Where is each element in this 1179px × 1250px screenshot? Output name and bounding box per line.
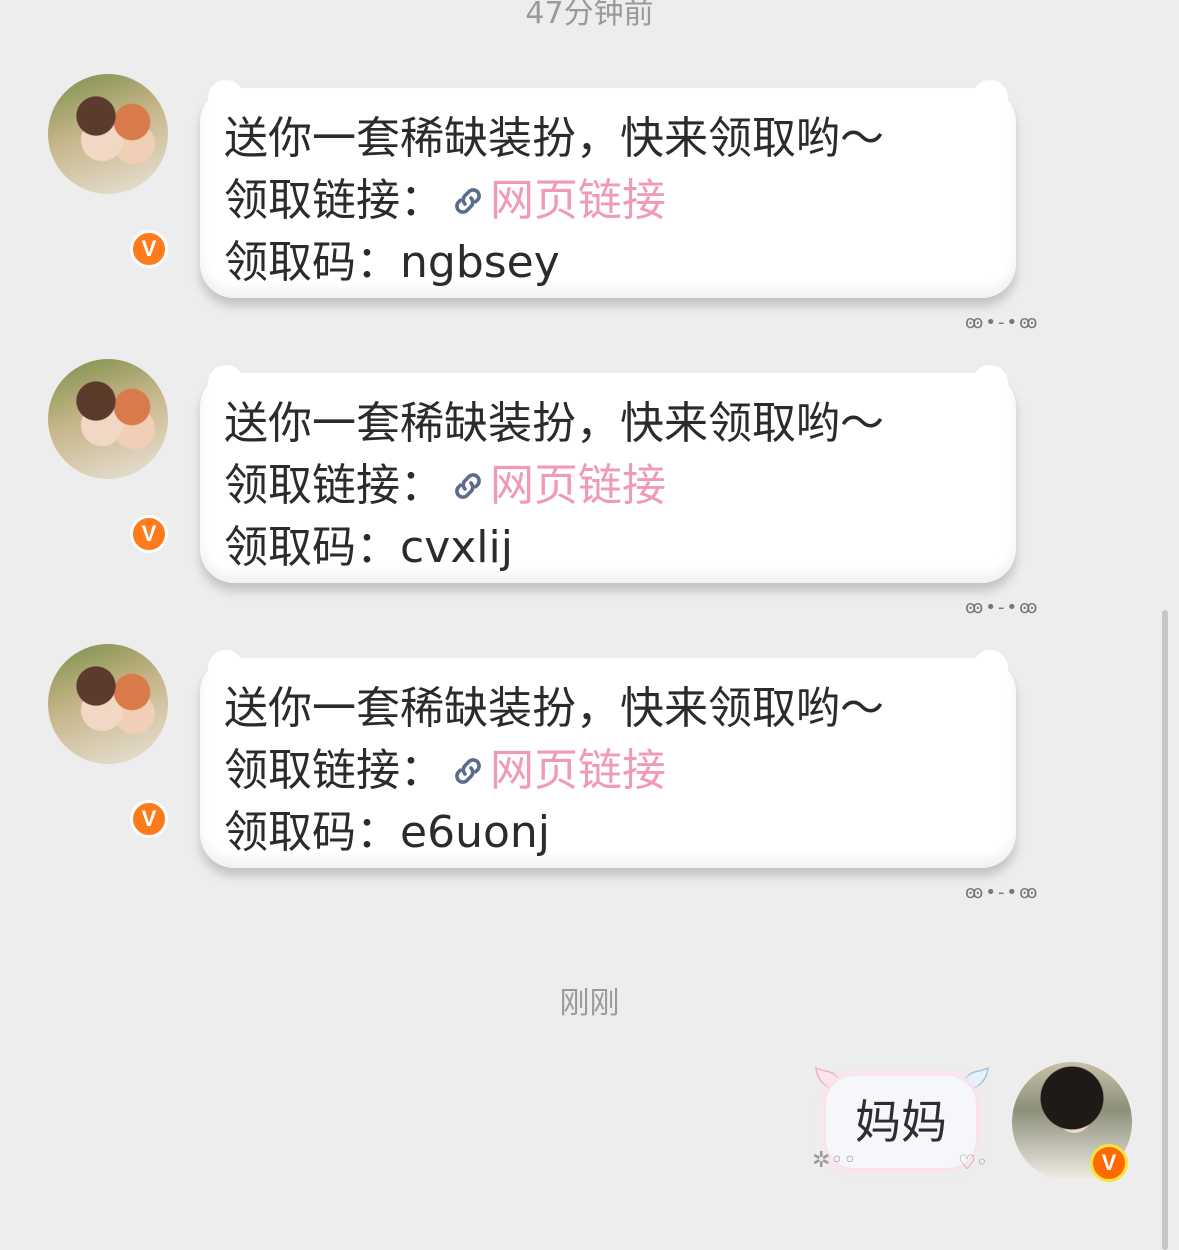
link-label: 领取链接：: [224, 175, 444, 226]
code-label: 领取码：: [224, 522, 400, 573]
sender-avatar[interactable]: [48, 359, 168, 479]
bubble-decoration: ꙭ•-•ꙭ: [965, 882, 1040, 903]
message-row: V 送你一套稀缺装扮，快来领取哟～ 领取链接： 网页链接 领取码：cvxlij ꙭ…: [0, 359, 1179, 639]
message-row: V 送你一套稀缺装扮，快来领取哟～ 领取链接： 网页链接 领取码：e6uonj ꙭ…: [0, 644, 1179, 924]
chain-link-icon: [455, 188, 481, 214]
claim-code: cvxlij: [400, 522, 513, 573]
message-text: 送你一套稀缺装扮，快来领取哟～: [224, 398, 884, 449]
heart-decoration-icon: ♡◦: [958, 1150, 988, 1174]
chain-link-icon: [455, 473, 481, 499]
scrollbar[interactable]: [1162, 610, 1168, 1250]
timestamp-now: 刚刚: [559, 986, 620, 1021]
message-text: 送你一套稀缺装扮，快来领取哟～: [224, 113, 884, 164]
code-line: 领取码：cvxlij: [224, 517, 992, 579]
web-link[interactable]: 网页链接: [490, 460, 666, 511]
timestamp-top: 47分钟前: [525, 0, 654, 31]
verified-badge-icon: V: [130, 800, 168, 838]
bubble-decoration: ꙭ•-•ꙭ: [965, 312, 1040, 333]
link-label: 领取链接：: [224, 460, 444, 511]
chain-link-icon: [455, 758, 481, 784]
sender-avatar[interactable]: [48, 74, 168, 194]
web-link[interactable]: 网页链接: [490, 745, 666, 796]
my-message-row: 妈妈 ✲◦◦ ♡◦ V: [0, 1062, 1179, 1192]
link-line: 领取链接： 网页链接: [224, 740, 992, 802]
claim-code: ngbsey: [400, 237, 560, 288]
verified-badge-icon: V: [130, 515, 168, 553]
code-label: 领取码：: [224, 807, 400, 858]
message-bubble[interactable]: 送你一套稀缺装扮，快来领取哟～ 领取链接： 网页链接 领取码：e6uonj: [200, 650, 1016, 868]
message-bubble[interactable]: 送你一套稀缺装扮，快来领取哟～ 领取链接： 网页链接 领取码：cvxlij: [200, 365, 1016, 583]
code-label: 领取码：: [224, 237, 400, 288]
verified-badge-icon: V: [1090, 1144, 1128, 1182]
code-line: 领取码：ngbsey: [224, 232, 992, 294]
web-link[interactable]: 网页链接: [490, 175, 666, 226]
code-line: 领取码：e6uonj: [224, 802, 992, 864]
link-line: 领取链接： 网页链接: [224, 455, 992, 517]
message-text: 送你一套稀缺装扮，快来领取哟～: [224, 683, 884, 734]
claim-code: e6uonj: [400, 807, 550, 858]
bubble-decoration: ꙭ•-•ꙭ: [965, 597, 1040, 618]
message-bubble[interactable]: 送你一套稀缺装扮，快来领取哟～ 领取链接： 网页链接 领取码：ngbsey: [200, 80, 1016, 298]
sender-avatar[interactable]: [48, 644, 168, 764]
star-decoration-icon: ✲◦◦: [812, 1148, 857, 1173]
message-row: V 送你一套稀缺装扮，快来领取哟～ 领取链接： 网页链接 领取码：ngbsey ꙭ…: [0, 74, 1179, 354]
verified-badge-icon: V: [130, 230, 168, 268]
link-label: 领取链接：: [224, 745, 444, 796]
link-line: 领取链接： 网页链接: [224, 170, 992, 232]
